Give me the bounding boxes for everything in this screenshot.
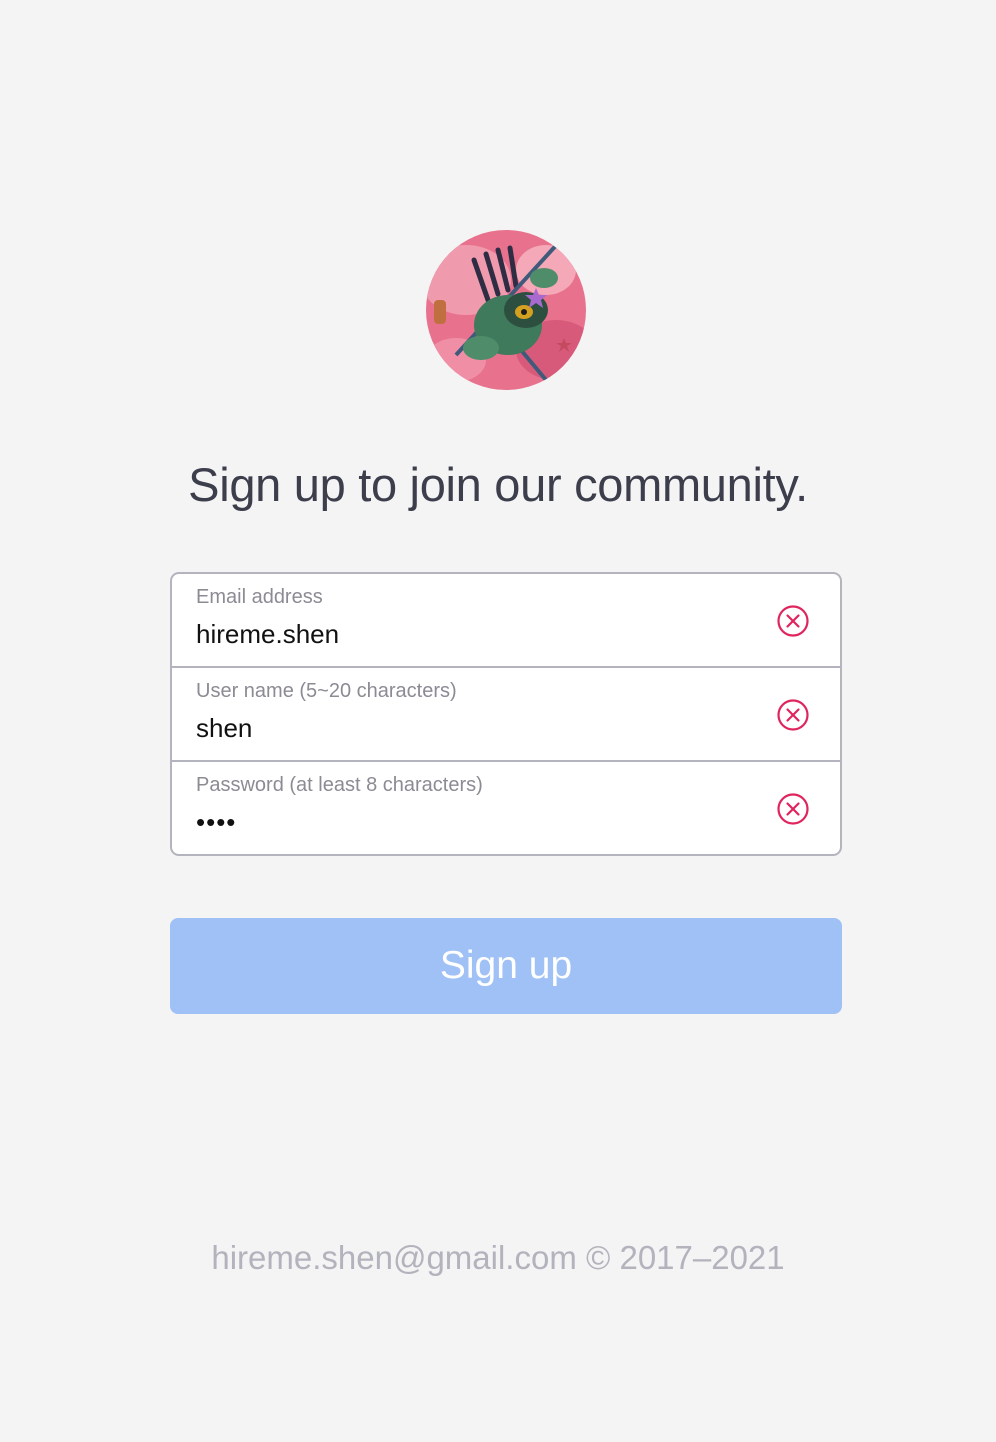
password-field-label: Password (at least 8 characters) bbox=[196, 774, 483, 796]
username-field-row: User name (5~20 characters) bbox=[172, 668, 840, 760]
clear-circle-x-icon bbox=[777, 699, 809, 731]
username-field-label: User name (5~20 characters) bbox=[196, 680, 457, 702]
password-input[interactable] bbox=[196, 805, 756, 839]
footer-contact: hireme.shen@gmail.com © 2017–2021 bbox=[211, 1239, 785, 1276]
username-input[interactable] bbox=[196, 711, 756, 745]
email-field-row: Email address bbox=[172, 574, 840, 666]
clear-password-button[interactable] bbox=[776, 792, 810, 826]
sign-up-button[interactable]: Sign up bbox=[170, 918, 842, 1014]
email-field-label: Email address bbox=[196, 586, 323, 608]
clear-email-button[interactable] bbox=[776, 604, 810, 638]
clear-circle-x-icon bbox=[777, 605, 809, 637]
clear-username-button[interactable] bbox=[776, 698, 810, 732]
signup-form: Email address User name (5~20 characters… bbox=[170, 572, 842, 856]
clear-circle-x-icon bbox=[777, 793, 809, 825]
password-field-row: Password (at least 8 characters) bbox=[172, 762, 840, 854]
page-title: Sign up to join our community. bbox=[188, 458, 808, 511]
avatar-illustration-icon bbox=[426, 230, 586, 390]
email-input[interactable] bbox=[196, 617, 756, 651]
avatar bbox=[426, 230, 586, 390]
